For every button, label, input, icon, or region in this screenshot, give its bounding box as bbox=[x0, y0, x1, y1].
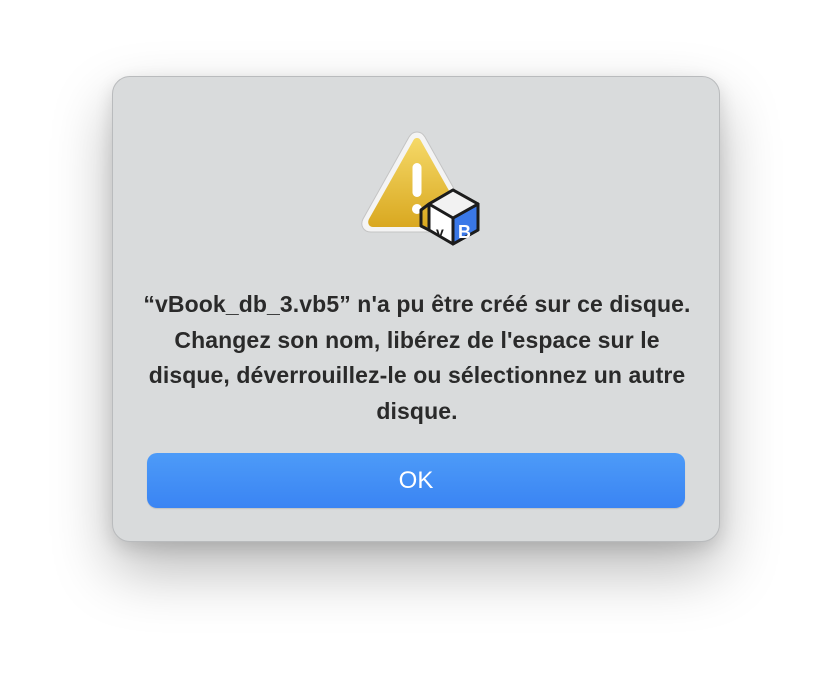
alert-message: “vBook_db_3.vb5” n'a pu être créé sur ce… bbox=[143, 291, 691, 424]
alert-dialog: v B “vBook_db_3.vb5” n'a pu être créé su… bbox=[112, 76, 720, 542]
badge-prefix-letter: v bbox=[436, 224, 444, 240]
ok-button[interactable]: OK bbox=[147, 453, 685, 508]
badge-letter: B bbox=[458, 222, 471, 242]
warning-icon: v B bbox=[357, 126, 485, 246]
